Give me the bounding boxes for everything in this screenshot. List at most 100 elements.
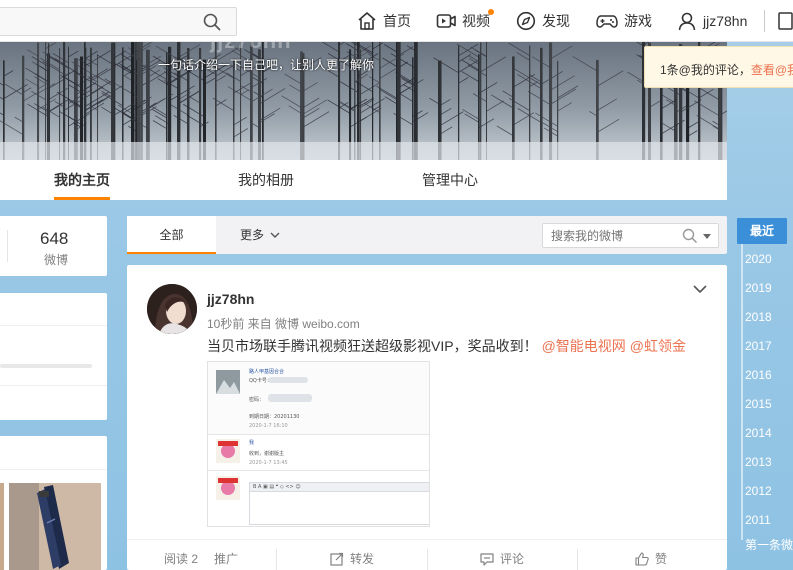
chevron-down-icon[interactable] [693,283,707,295]
tree-branch [97,97,108,105]
avatar[interactable] [147,284,197,334]
timeline-year[interactable]: 2015 [745,397,772,411]
like-button[interactable]: 赞 [635,550,667,567]
avatar-image [147,284,197,334]
feed-search-box[interactable] [542,223,719,248]
tree-branch [339,100,355,111]
profile-intro[interactable]: 一句话介绍一下自己吧，让别人更了解你 [158,56,374,73]
notification-link[interactable]: 查看@我 [751,63,793,77]
tree-branch [478,82,498,94]
tree-branch [486,100,504,112]
gamepad-icon [596,15,618,28]
global-search-box[interactable] [0,7,237,36]
search-icon[interactable] [682,228,698,244]
tree-branch [33,76,46,84]
post-text: 当贝市场联手腾讯视频狂送超级影视VIP，奖品收到！ @智能电视网 @虹领金 [207,336,686,356]
tree-branch [52,52,69,64]
editor-toolbar: B A ▣ ▤ ❝ ◇ <> ☺ [249,482,429,492]
tree-branch [91,81,114,96]
image-text: 我 [249,440,255,446]
repost-button[interactable]: 转发 [330,550,374,567]
tree-branch [687,121,700,129]
tab-management-center[interactable]: 管理中心 [422,160,478,200]
user-icon [678,12,696,31]
weibo-count[interactable]: 648 [40,229,68,249]
mention-notification[interactable]: 1条@我的评论，查看@我 [644,46,793,88]
tree-branch [661,122,676,132]
timeline-year[interactable]: 2014 [745,426,772,440]
timeline-first-post[interactable]: 第一条微博 [745,536,793,553]
post-image[interactable]: 路人甲基因合合 QQ卡号： 密码： 到期日期：20201130 2020-1-7… [207,361,430,527]
post-timestamp-source[interactable]: 10秒前 来自 微博 weibo.com [207,315,360,332]
album-photo-thumbnail[interactable] [0,483,4,570]
tree-branch [68,112,91,127]
tree-branch [183,103,205,118]
stats-card: 648 微博 [0,216,107,276]
thumbs-up-icon [635,551,649,566]
timeline-year[interactable]: 2017 [745,339,772,353]
timeline-year[interactable]: 2013 [745,455,772,469]
nav-discover[interactable]: 发现 [516,9,570,33]
timeline-year[interactable]: 2016 [745,368,772,382]
card-divider [0,385,107,386]
album-photo-thumbnail[interactable] [9,483,101,570]
nav-profile[interactable]: jjz78hn [677,9,747,33]
image-text: 密码： [249,397,265,403]
timeline-year[interactable]: 2011 [745,513,771,527]
tree-branch [513,112,534,126]
progress-track [0,364,92,368]
blurred-text [268,394,312,402]
promote-button[interactable]: 推广 [214,550,238,567]
tree-branch [557,102,573,112]
mention-link[interactable]: @智能电视网 [542,338,626,354]
image-text: B A ▣ ▤ ❝ ◇ <> ☺ [253,484,301,490]
nav-divider [764,10,765,32]
tree-branch [96,54,113,65]
repost-icon [330,552,344,566]
tree-branch [698,88,714,99]
timeline-year[interactable]: 2019 [745,281,772,295]
chevron-down-icon [270,232,280,238]
feed-search-input[interactable] [551,228,671,244]
image-reply-editor: B A ▣ ▤ ❝ ◇ <> ☺ [208,471,429,526]
tree-branch [698,87,722,102]
tree-branch [496,125,514,137]
tree-branch [379,67,398,79]
tree-branch [535,112,558,127]
filter-more-dropdown[interactable]: 更多 [240,216,282,254]
tree-branch [572,55,598,72]
mention-link[interactable]: @虹领金 [630,338,686,354]
year-timeline: 最近 2020 2019 2018 2017 2016 2015 2014 20… [737,218,793,570]
filter-all-tab[interactable]: 全部 [127,216,216,254]
global-search-input[interactable] [3,13,193,31]
nav-games[interactable]: 游戏 [596,9,652,33]
post-author-name[interactable]: jjz78hn [207,291,254,307]
timeline-year[interactable]: 2020 [745,252,772,266]
forum-avatar [216,370,240,394]
tab-my-homepage[interactable]: 我的主页 [54,160,110,200]
tree-branch [204,77,216,85]
timeline-year[interactable]: 2018 [745,310,772,324]
tree-branch [289,84,302,93]
nav-video[interactable]: 视频 [436,9,494,33]
action-divider [577,549,578,570]
tree-branch [251,88,273,103]
search-icon[interactable] [203,13,221,31]
caret-down-icon[interactable] [703,234,711,239]
tree-branch [301,99,328,116]
timeline-recent[interactable]: 最近 [737,218,787,244]
tree-branch [37,83,56,94]
edit-icon[interactable] [778,11,793,31]
nav-home[interactable]: 首页 [357,9,411,33]
editor-avatar [216,476,240,500]
image-text: 2020-1-7 16:10 [249,423,288,429]
comment-button[interactable]: 评论 [480,550,524,567]
timeline-year[interactable]: 2012 [745,484,772,498]
tree-branch [113,50,127,59]
tab-my-album[interactable]: 我的相册 [238,160,294,200]
like-label: 赞 [655,552,668,566]
tree-branch [27,49,39,57]
tree-branch [48,79,64,89]
tree-branch [186,114,205,127]
blurred-text [268,377,308,383]
